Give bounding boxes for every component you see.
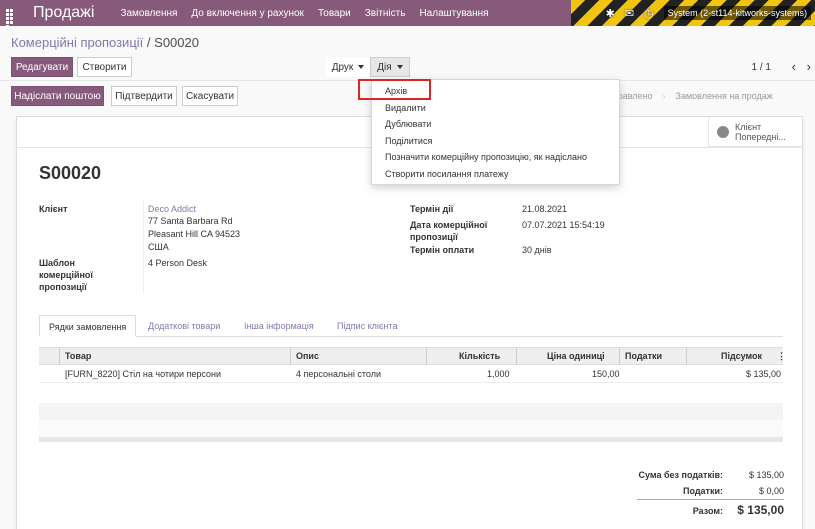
edit-button[interactable]: Редагувати xyxy=(11,57,73,77)
col-taxes[interactable]: Податки xyxy=(625,351,662,361)
action-delete[interactable]: Видалити xyxy=(372,100,619,117)
template-value: 4 Person Desk xyxy=(148,258,208,268)
expiration-label: Термін дії xyxy=(410,204,454,214)
row-unit-price: 150,00 xyxy=(592,369,620,379)
menu-to-invoice[interactable]: До включення у рахунок xyxy=(191,8,304,19)
column-separator xyxy=(619,348,620,365)
status-step-sale-order[interactable]: Замовлення на продаж xyxy=(666,91,783,101)
action-dropdown[interactable]: Дія xyxy=(370,57,410,77)
column-separator xyxy=(426,348,427,365)
pager-value[interactable]: 1 / 1 xyxy=(752,62,771,73)
breadcrumb-separator: / xyxy=(146,35,151,50)
menu-products[interactable]: Товари xyxy=(318,8,351,19)
action-generate-payment-link[interactable]: Створити посилання платежу xyxy=(372,166,619,183)
bug-icon[interactable]: ✱ xyxy=(606,7,615,20)
total-value: $ 135,00 xyxy=(737,503,784,517)
breadcrumb-parent[interactable]: Комерційні пропозиції xyxy=(11,35,143,50)
action-duplicate[interactable]: Дублювати xyxy=(372,116,619,133)
payment-terms-label: Термін оплати xyxy=(410,245,475,255)
menu-orders[interactable]: Замовлення xyxy=(120,8,177,19)
quotation-date-value: 07.07.2021 15:54:19 xyxy=(522,220,605,230)
pager-next-icon[interactable]: › xyxy=(807,59,811,74)
column-separator xyxy=(59,348,60,365)
total-label: Разом: xyxy=(692,506,723,516)
col-unit-price[interactable]: Ціна одиниці xyxy=(547,351,605,361)
taxes-value: $ 0,00 xyxy=(758,486,784,496)
menu-reporting[interactable]: Звітність xyxy=(365,8,406,19)
table-footer xyxy=(39,437,783,442)
col-subtotal[interactable]: Підсумок xyxy=(721,351,762,361)
create-button[interactable]: Створити xyxy=(77,57,132,77)
row-quantity: 1,000 xyxy=(487,369,510,379)
template-label: Шаблон комерційної пропозиції xyxy=(39,258,93,292)
field-divider xyxy=(143,201,144,293)
col-quantity[interactable]: Кількість xyxy=(459,351,500,361)
print-label: Друк xyxy=(331,61,354,73)
order-lines-header: Товар Опис Кількість Ціна одиниці Податк… xyxy=(39,347,786,365)
cancel-button[interactable]: Скасувати xyxy=(182,86,238,106)
archive-highlight-box xyxy=(358,79,431,100)
action-label: Дія xyxy=(377,61,392,73)
column-separator xyxy=(686,348,687,365)
row-product: [FURN_8220] Стіл на чотири персони xyxy=(65,369,222,379)
column-separator xyxy=(290,348,291,365)
apps-menu-icon[interactable] xyxy=(6,8,15,28)
tab-optional-products[interactable]: Додаткові товари xyxy=(139,315,229,337)
send-email-button[interactable]: Надіслати поштою xyxy=(11,86,104,106)
document-name: S00020 xyxy=(39,163,102,183)
chat-icon[interactable]: ✉ xyxy=(625,7,634,20)
customer-preview-line2: Попередні... xyxy=(735,131,786,142)
payment-terms-value: 30 днів xyxy=(522,245,552,255)
customer-link[interactable]: Deco Addict xyxy=(148,203,196,215)
breadcrumb: Комерційні пропозиції / S00020 xyxy=(11,35,199,50)
totals-divider xyxy=(637,499,784,500)
column-options-icon[interactable]: ⋮ xyxy=(777,351,786,362)
untaxed-amount-label: Сума без податків: xyxy=(638,470,723,480)
customer-preview-line1: Клієнт xyxy=(735,121,762,132)
notebook-tabs: Рядки замовлення Додаткові товари Інша і… xyxy=(39,315,783,337)
app-title[interactable]: Продажі xyxy=(33,4,94,22)
col-product[interactable]: Товар xyxy=(65,351,91,361)
print-dropdown[interactable]: Друк xyxy=(326,57,370,77)
customer-address-line1: 77 Santa Barbara Rd xyxy=(148,216,233,226)
status-steps: Комерційну пропозицію відправлено › Замо… xyxy=(500,86,783,106)
column-separator xyxy=(516,348,517,365)
pager-prev-icon[interactable]: ‹ xyxy=(792,59,796,74)
tab-customer-signature[interactable]: Підпис клієнта xyxy=(328,315,407,337)
chevron-down-icon xyxy=(396,65,403,69)
tab-order-lines[interactable]: Рядки замовлення xyxy=(39,315,137,337)
breadcrumb-current: S00020 xyxy=(154,35,199,50)
row-subtotal: $ 135,00 xyxy=(746,369,782,379)
globe-icon xyxy=(717,125,729,138)
customer-address-line2: Pleasant Hill CA 94523 xyxy=(148,229,241,239)
quotation-date-label: Дата комерційної пропозиції xyxy=(410,220,488,242)
confirm-button[interactable]: Підтвердити xyxy=(111,86,177,106)
untaxed-amount-value: $ 135,00 xyxy=(748,470,784,480)
row-description: 4 персональні столи xyxy=(296,369,381,379)
action-mark-as-sent[interactable]: Позначити комерційну пропозицію, як наді… xyxy=(372,149,619,166)
customer-label: Клієнт xyxy=(39,204,68,214)
tab-other-info[interactable]: Інша інформація xyxy=(235,315,323,337)
table-row[interactable]: [FURN_8220] Стіл на чотири персони 4 пер… xyxy=(39,366,783,383)
customer-preview-button[interactable]: Клієнт Попередні... xyxy=(708,117,802,147)
action-share[interactable]: Поділитися xyxy=(372,133,619,150)
expiration-value: 21.08.2021 xyxy=(522,204,568,214)
chevron-down-icon xyxy=(358,65,365,69)
customer-country: США xyxy=(148,242,169,252)
menu-settings[interactable]: Налаштування xyxy=(419,8,488,19)
empty-row xyxy=(39,420,783,437)
user-menu[interactable]: System (2-st114-kitworks-systems) xyxy=(663,6,811,20)
activity-icon[interactable]: ◷ xyxy=(644,7,654,20)
col-description[interactable]: Опис xyxy=(296,351,319,361)
top-navbar: Продажі Замовлення До включення у рахуно… xyxy=(0,0,815,28)
taxes-label: Податки: xyxy=(682,486,723,496)
empty-row xyxy=(39,403,783,420)
